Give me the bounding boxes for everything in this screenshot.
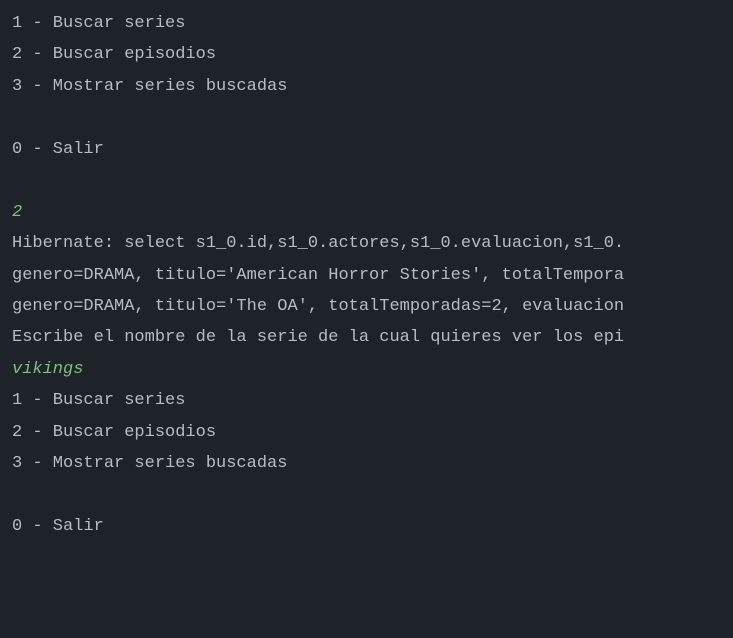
- menu-option-3: 3 - Mostrar series buscadas: [12, 71, 721, 102]
- blank-line: [12, 480, 721, 511]
- result-row-2: genero=DRAMA, titulo='The OA', totalTemp…: [12, 291, 721, 322]
- blank-line: [12, 165, 721, 196]
- menu2-option-0: 0 - Salir: [12, 511, 721, 542]
- blank-line: [12, 542, 721, 573]
- user-input-1: 2: [12, 197, 721, 228]
- hibernate-query: Hibernate: select s1_0.id,s1_0.actores,s…: [12, 228, 721, 259]
- menu2-option-1: 1 - Buscar series: [12, 385, 721, 416]
- menu-option-2: 2 - Buscar episodios: [12, 39, 721, 70]
- prompt-text: Escribe el nombre de la serie de la cual…: [12, 322, 721, 353]
- menu2-option-3: 3 - Mostrar series buscadas: [12, 448, 721, 479]
- menu2-option-2: 2 - Buscar episodios: [12, 417, 721, 448]
- menu-option-0: 0 - Salir: [12, 134, 721, 165]
- menu-option-1: 1 - Buscar series: [12, 8, 721, 39]
- result-row-1: genero=DRAMA, titulo='American Horror St…: [12, 260, 721, 291]
- blank-line: [12, 102, 721, 133]
- user-input-2: vikings: [12, 354, 721, 385]
